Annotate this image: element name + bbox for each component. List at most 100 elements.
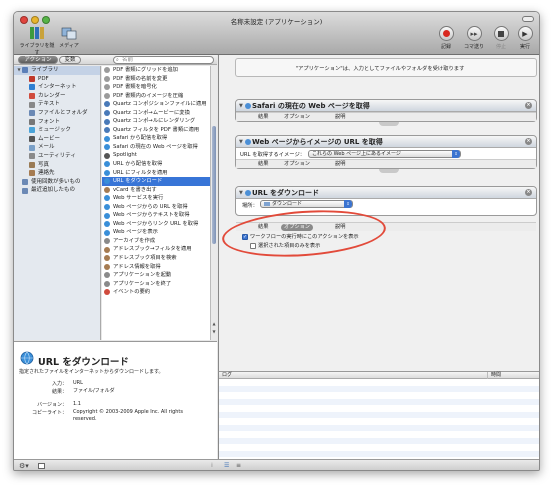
category-item[interactable]: インターネット [14,83,100,92]
action-list-item[interactable]: PDF 書類を暗号化 [102,83,210,92]
action-list-item[interactable]: PDF 書類の名前を変更 [102,75,210,84]
scroll-up-arrow[interactable]: ▲ [211,321,217,326]
action-list-item[interactable]: アプリケーションを終了 [102,280,210,289]
run-button[interactable]: ▶ 実行 [514,26,536,50]
foot-result[interactable]: 結果 [258,113,268,122]
action-list-item[interactable]: Web ページを表示 [102,228,210,237]
workflow-action-download-urls[interactable]: ▼ URL をダウンロード × 場所： ダウンロード ⇕ 結果 オプション 説明… [235,186,537,249]
action-list-item[interactable]: アプリケーションを起動 [102,271,210,280]
category-item[interactable]: 写真 [14,161,100,170]
workflow-action-image-urls[interactable]: ▼ Web ページからイメージの URL を取得 × URL を取得するイメージ… [235,135,537,169]
action-list-item[interactable]: アドレス情報を取得 [102,263,210,272]
action-list-item[interactable]: Safari の現在の Web ページを取得 [102,143,210,152]
action-header[interactable]: ▼ Web ページからイメージの URL を取得 × [236,136,536,148]
foot-result[interactable]: 結果 [258,160,268,169]
action-list-item[interactable]: アドレスブック→フィルタを適用 [102,245,210,254]
tab-actions[interactable]: アクション [18,56,58,64]
action-list-item[interactable]: Quartz フィルタを PDF 書類に適用 [102,126,210,135]
action-list-item[interactable]: イベントの要約 [102,288,210,297]
foot-description[interactable]: 説明 [335,113,345,122]
action-item-icon [104,238,110,245]
action-list-item[interactable]: Safari から配信を取得 [102,134,210,143]
popup-arrows-icon: ⇕ [344,200,352,208]
category-icon [29,110,35,117]
category-item[interactable]: メール [14,143,100,152]
disclosure-triangle-icon[interactable]: ▼ [239,187,243,199]
hide-library-button[interactable]: ライブラリを隠す [19,26,55,56]
disclosure-triangle-icon[interactable]: ▼ [239,100,243,112]
description-toggle-icon[interactable] [38,463,45,469]
action-list-item[interactable]: Spotlight [102,151,210,160]
category-item[interactable]: 連絡先 [14,169,100,178]
action-list-item[interactable]: PDF 書類内のイメージを圧縮 [102,92,210,101]
category-icon [29,127,35,134]
action-body: 場所： ダウンロード ⇕ [236,199,536,209]
media-button[interactable]: メディア [56,26,82,49]
action-list-item[interactable]: Web ページからリンク URL を取得 [102,220,210,229]
action-list-item[interactable]: Web ページからテキストを取得 [102,211,210,220]
action-item-label: Web ページからリンク URL を取得 [113,220,199,227]
record-icon [438,26,454,41]
action-description: URL をダウンロード 指定されたファイルをインターネットからダウンロードします… [14,341,217,459]
action-header[interactable]: ▼ Safari の現在の Web ページを取得 × [236,100,536,112]
action-list-item[interactable]: PDF 書類にグリッドを追加 [102,66,210,75]
tab-variables[interactable]: 変数 [59,56,81,64]
remove-action-icon[interactable]: × [525,189,532,196]
step-button[interactable]: ▸▸ コマ送り [461,26,487,50]
category-item[interactable]: ミュージック [14,126,100,135]
foot-options[interactable]: オプション [284,160,310,169]
action-list-item[interactable]: アーカイブを作成 [102,237,210,246]
action-list-item[interactable]: Quartz コンポ→ルにレンダリング [102,117,210,126]
category-item[interactable]: カレンダー [14,92,100,101]
record-button[interactable]: 記録 [434,26,458,50]
remove-action-icon[interactable]: × [525,102,532,109]
foot-description[interactable]: 説明 [335,160,345,169]
scroll-thumb[interactable] [212,126,216,244]
scroll-down-arrow[interactable]: ▼ [211,329,217,334]
category-item[interactable]: PDF [14,75,100,84]
action-header[interactable]: ▼ URL をダウンロード × [236,187,536,199]
disclosure-triangle-icon[interactable]: ▼ [239,136,243,148]
action-item-icon [104,67,110,74]
category-item[interactable]: フォント [14,118,100,127]
category-item[interactable]: ▼ ライブラリ [14,66,100,75]
action-list-item[interactable]: vCard を書き出す [102,186,210,195]
action-list-item[interactable]: URL から配信を取得 [102,160,210,169]
toolbar-toggle-button[interactable] [522,16,534,22]
safari-icon [245,103,251,109]
remove-action-icon[interactable]: × [525,138,532,145]
action-list-item[interactable]: URL をダウンロード [102,177,210,186]
action-list-item[interactable]: Quartz コンポ→ムービーに変換 [102,109,210,118]
action-list-item[interactable]: URL にフィルタを適用 [102,169,210,178]
log-column-header[interactable]: ログ [222,372,232,379]
action-list-item[interactable]: Web サービスを実行 [102,194,210,203]
time-column-header[interactable]: 時間 [487,372,501,379]
category-item[interactable]: ユーティリティ [14,152,100,161]
list-view-icon[interactable]: ≡ [236,462,241,469]
action-item-icon [104,110,110,116]
action-list-item[interactable]: Web ページからの URL を取得 [102,203,210,212]
category-item[interactable]: ファイルとフォルダ [14,109,100,118]
foot-options[interactable]: オプション [284,113,310,122]
category-item[interactable]: 最近追加したもの [14,186,100,195]
log-view-icon[interactable]: ☰ [224,462,229,469]
action-item-label: Web ページを表示 [113,229,158,236]
action-list-item[interactable]: Quartz コンポジションファイルに適用 [102,100,210,109]
category-item[interactable]: テキスト [14,100,100,109]
stop-button[interactable]: 停止 [490,26,512,50]
action-item-label: Quartz フィルタを PDF 書類に適用 [113,126,200,133]
workflow-action-safari[interactable]: ▼ Safari の現在の Web ページを取得 × 結果 オプション 説明 [235,99,537,122]
gear-icon[interactable]: ⚙▾ [19,462,29,470]
popup-arrows-icon: ⇕ [452,150,460,158]
category-item[interactable]: 使用回数が多いもの [14,178,100,187]
log-header: ログ 時間 [219,372,539,379]
action-list-item[interactable]: アドレスブック項目を検索 [102,254,210,263]
search-input[interactable]: ⌕ 名前 [113,56,214,64]
image-source-popup[interactable]: これらの Web ページ上にあるイメージ ⇕ [308,150,461,158]
library-header: アクション 変数 ⌕ 名前 [14,55,217,65]
category-item[interactable]: ムービー [14,135,100,144]
action-item-icon [104,161,110,168]
action-list-scrollbar[interactable]: ▲ ▼ [210,66,217,340]
splitter-handle-icon[interactable]: ⁞ [211,462,213,469]
location-popup[interactable]: ダウンロード ⇕ [260,200,353,208]
